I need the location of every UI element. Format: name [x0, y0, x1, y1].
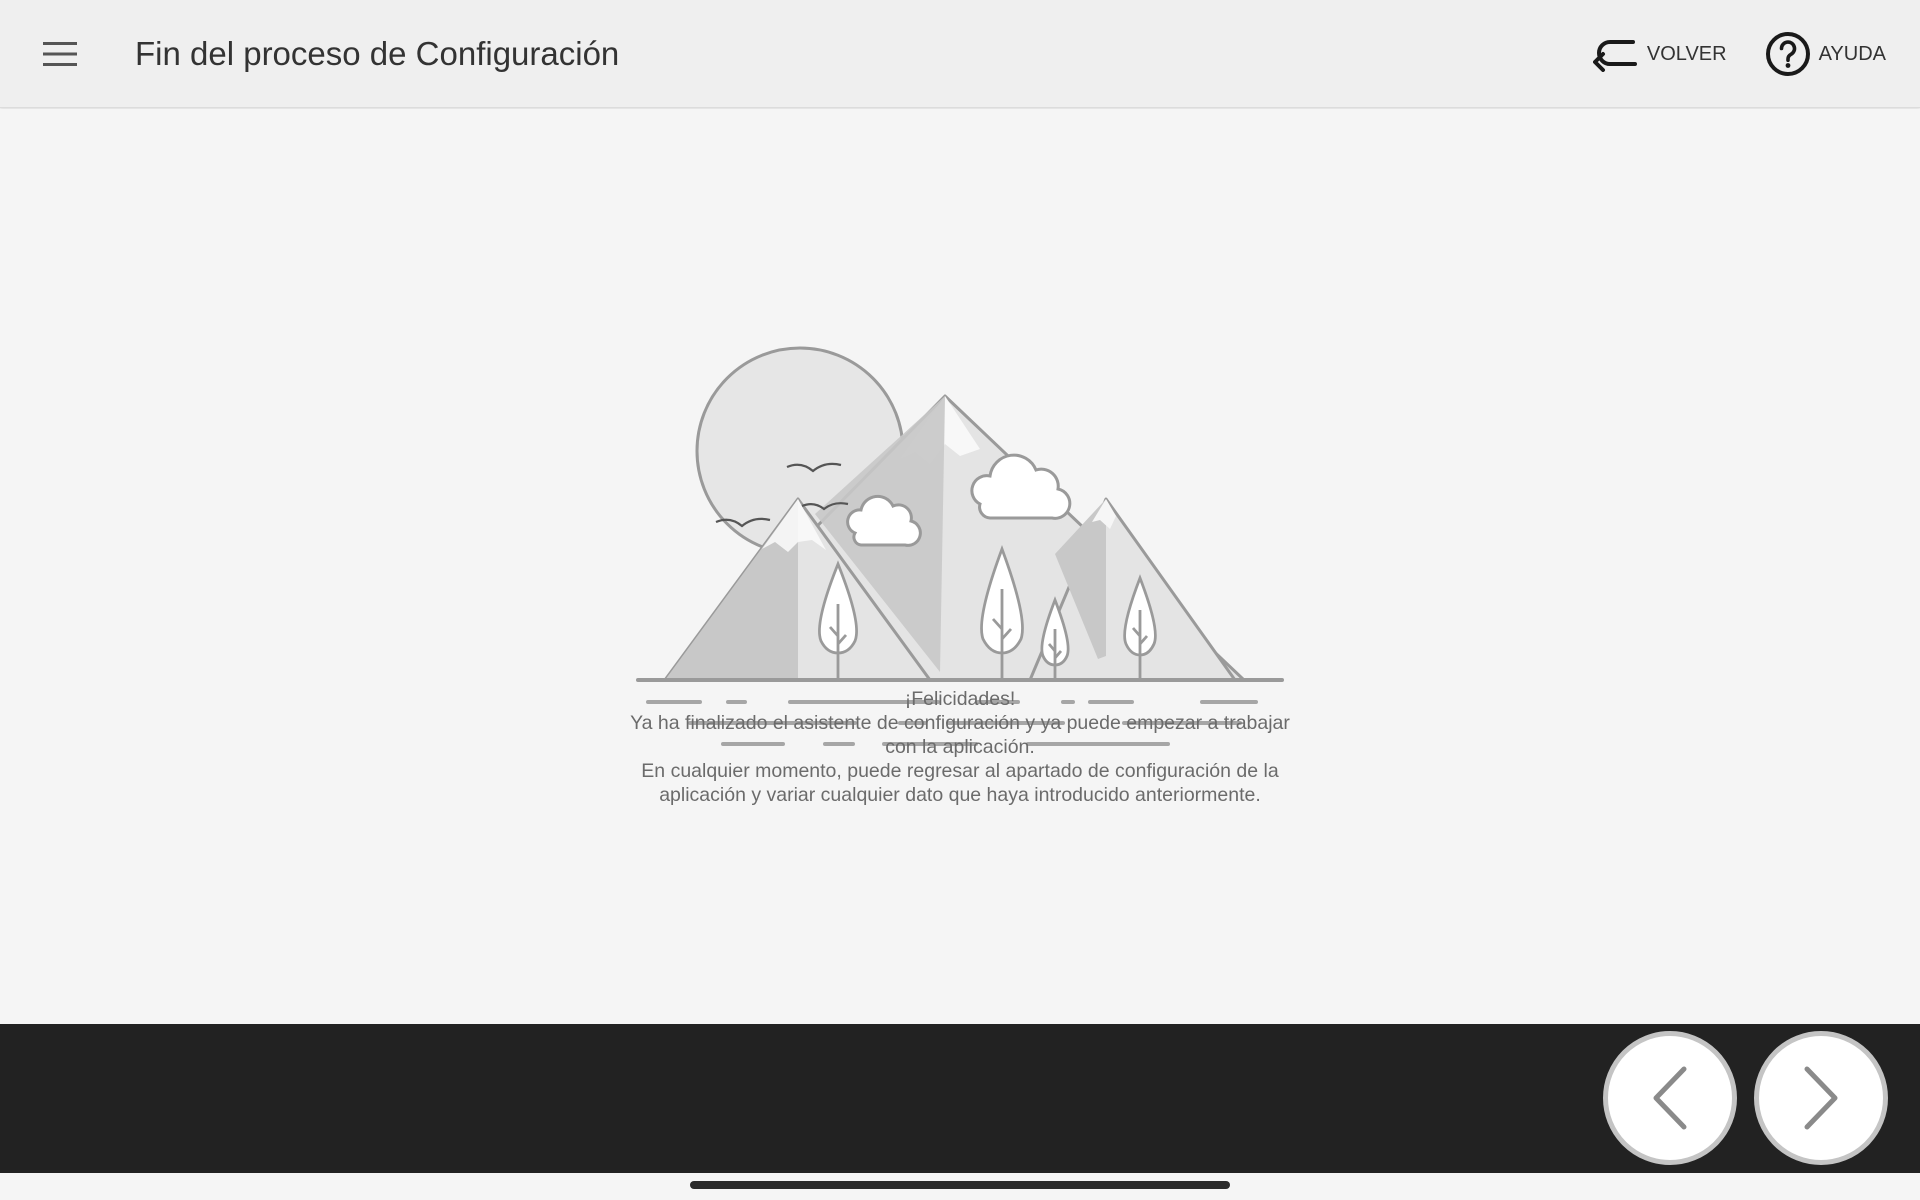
header-actions: VOLVER AYUDA	[1592, 28, 1886, 80]
chevron-right-icon	[1804, 1066, 1838, 1130]
back-button[interactable]: VOLVER	[1592, 28, 1727, 80]
message-body-2: En cualquier momento, puede regresar al …	[641, 760, 1279, 806]
next-button[interactable]	[1754, 1031, 1888, 1165]
message-title: ¡Felicidades!	[904, 688, 1016, 710]
chevron-left-icon	[1653, 1066, 1687, 1130]
question-circle-icon	[1765, 32, 1810, 76]
help-button[interactable]: AYUDA	[1765, 28, 1886, 80]
return-arrow-icon	[1592, 40, 1637, 72]
menu-button[interactable]	[36, 30, 84, 78]
previous-button[interactable]	[1603, 1031, 1737, 1165]
help-label: AYUDA	[1818, 42, 1886, 65]
message-body-1: Ya ha finalizado el asistente de configu…	[630, 712, 1290, 758]
top-app-bar: Fin del proceso de Configuración VOLVER …	[0, 0, 1920, 108]
page-title: Fin del proceso de Configuración	[135, 35, 620, 72]
app-window: Fin del proceso de Configuración VOLVER …	[0, 0, 1920, 1200]
hamburger-menu-icon	[43, 42, 77, 66]
back-label: VOLVER	[1646, 42, 1727, 65]
completion-message: ¡Felicidades! Ya ha finalizado el asiste…	[630, 687, 1290, 807]
home-indicator[interactable]	[690, 1181, 1230, 1189]
content-area: ¡Felicidades! Ya ha finalizado el asiste…	[0, 109, 1920, 1024]
